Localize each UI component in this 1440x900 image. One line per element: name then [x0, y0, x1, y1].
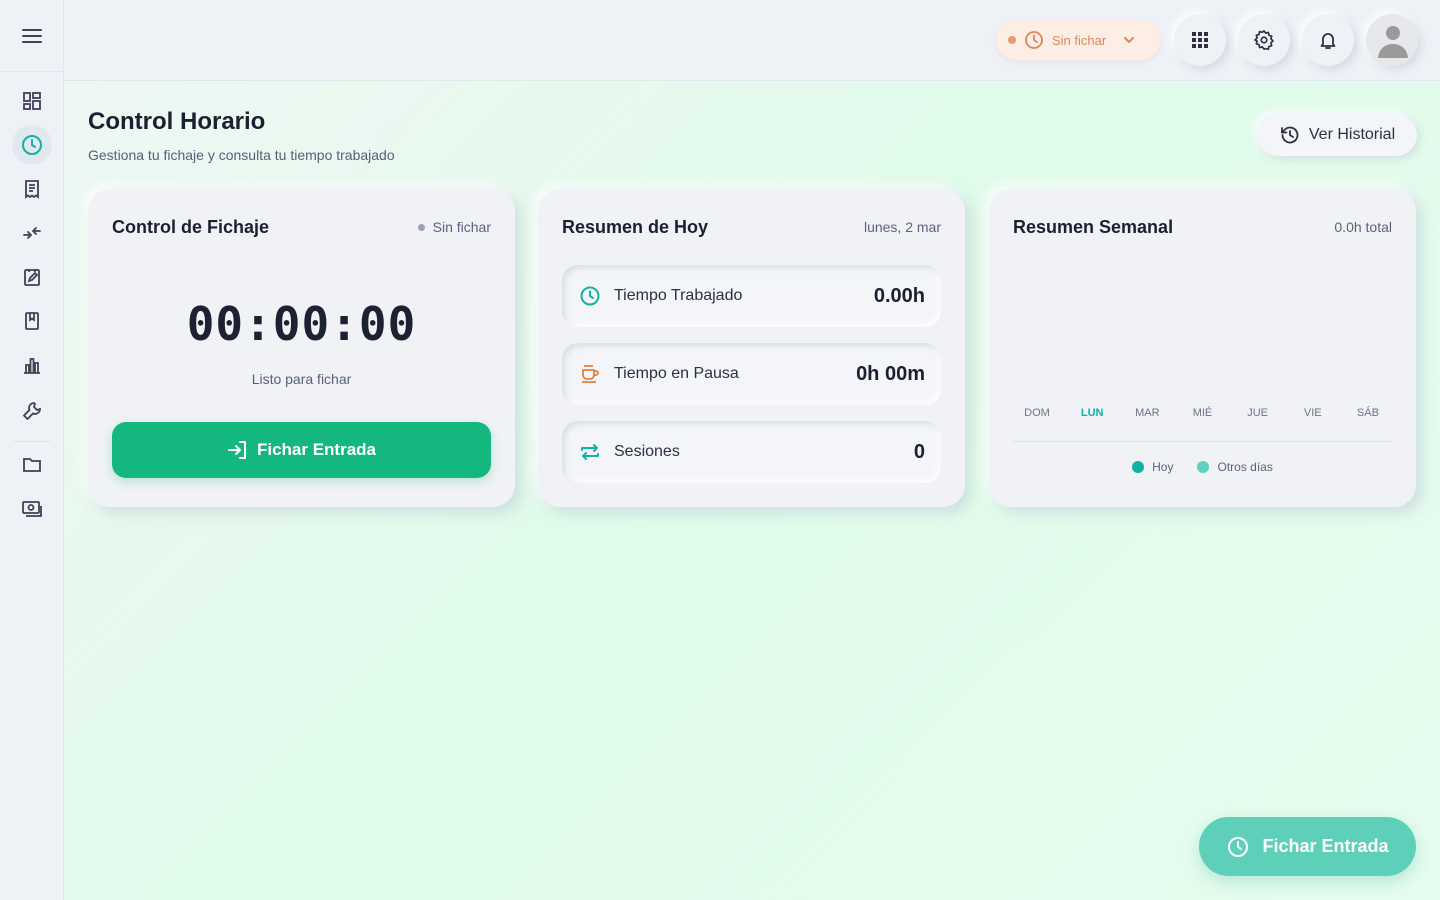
page-subtitle: Gestiona tu fichaje y consulta tu tiempo…	[88, 147, 395, 163]
wrench-icon	[22, 402, 41, 421]
weekly-summary-card: Resumen Semanal 0.0h total DOM LUN MAR M…	[989, 189, 1416, 507]
stat-sessions: Sesiones 0	[562, 421, 941, 483]
history-button-label: Ver Historial	[1308, 126, 1396, 143]
clock-status-dropdown[interactable]: Sin fichar	[996, 20, 1160, 60]
history-button[interactable]: Ver Historial	[1257, 114, 1417, 156]
stat-value: 0h 00m	[856, 362, 925, 385]
receipt-icon	[25, 180, 39, 199]
sidebar-item-documents[interactable]	[12, 169, 52, 209]
sidebar-item-reports[interactable]	[12, 345, 52, 385]
status-dot	[417, 223, 425, 231]
sidebar-item-transfers[interactable]	[12, 213, 52, 253]
bar-chart-icon	[24, 358, 40, 374]
coffee-icon	[582, 365, 599, 383]
today-card-date: lunes, 2 mar	[863, 219, 941, 235]
stat-value: 0.00h	[873, 284, 925, 307]
stat-label: Sesiones	[614, 443, 680, 460]
money-icon	[22, 501, 42, 517]
sidebar-item-time-control[interactable]	[12, 125, 52, 165]
week-day-label: JUE	[1247, 407, 1269, 419]
status-dot	[1008, 36, 1016, 44]
today-card-title: Resumen de Hoy	[562, 217, 709, 237]
clock-icon	[580, 286, 600, 306]
legend-label: Hoy	[1152, 460, 1174, 474]
clock-card-title: Control de Fichaje	[112, 217, 270, 237]
weekly-card-title: Resumen Semanal	[1013, 217, 1174, 237]
sidebar-item-dashboard[interactable]	[12, 81, 52, 121]
week-day-axis: DOM LUN MAR MIÉ JUE VIE SÁB	[1013, 407, 1392, 419]
chart-legend: Hoy Otros días	[989, 460, 1416, 474]
stat-label: Tiempo Trabajado	[614, 287, 743, 304]
sidebar-item-requests[interactable]	[12, 257, 52, 297]
repeat-icon	[581, 444, 599, 460]
hamburger-icon	[21, 28, 42, 43]
sidebar-item-handbook[interactable]	[12, 301, 52, 341]
clock-icon	[22, 135, 42, 155]
chevron-down-icon	[1124, 37, 1135, 44]
today-summary-card: Resumen de Hoy lunes, 2 mar Tiempo Traba…	[538, 189, 965, 507]
week-day-label: SÁB	[1356, 407, 1379, 419]
floating-clock-in-button[interactable]: Fichar Entrada	[1199, 817, 1416, 876]
notifications-button[interactable]	[1302, 14, 1354, 66]
status-label: Sin fichar	[1052, 32, 1107, 48]
stat-worked-time: Tiempo Trabajado 0.00h	[562, 265, 941, 327]
clock-icon	[1228, 836, 1249, 857]
week-day-label: VIE	[1303, 407, 1322, 419]
page-title: Control Horario	[88, 108, 266, 135]
dashboard-icon	[23, 92, 41, 110]
timer-display: 00:00:00	[186, 297, 417, 351]
legend-item-other-days: Otros días	[1197, 460, 1273, 474]
week-day-label: DOM	[1024, 407, 1050, 419]
week-day-label: MAR	[1135, 407, 1160, 419]
history-icon	[1280, 126, 1299, 144]
floating-button-label: Fichar Entrada	[1262, 836, 1389, 856]
legend-item-today: Hoy	[1132, 460, 1173, 474]
user-avatar[interactable]	[1366, 14, 1418, 66]
folder-icon	[23, 458, 41, 472]
clock-card-status-label: Sin fichar	[432, 219, 491, 235]
clock-card: Control de Fichaje Sin fichar 00:00:00 L…	[88, 189, 515, 507]
weekly-card-total: 0.0h total	[1334, 219, 1392, 235]
timer-label: Listo para fichar	[251, 371, 352, 387]
legend-label: Otros días	[1217, 460, 1273, 474]
book-icon	[25, 312, 39, 330]
legend-dot	[1197, 461, 1210, 473]
settings-button[interactable]	[1238, 14, 1290, 66]
stat-value: 0	[913, 440, 925, 463]
menu-button[interactable]	[0, 0, 63, 72]
sidebar-item-files[interactable]	[12, 445, 52, 485]
clock-icon	[1025, 31, 1043, 49]
week-day-label-today: LUN	[1080, 407, 1104, 419]
stat-label: Tiempo en Pausa	[614, 365, 739, 382]
sidebar-divider	[14, 441, 50, 442]
week-day-label: MIÉ	[1192, 407, 1213, 419]
sidebar	[0, 0, 64, 900]
login-icon	[227, 441, 246, 459]
bell-icon	[1320, 33, 1336, 49]
grid-icon	[1192, 32, 1208, 48]
sidebar-item-tools[interactable]	[12, 391, 52, 431]
sidebar-item-payroll[interactable]	[12, 489, 52, 529]
main-content: Control Horario Gestiona tu fichaje y co…	[64, 81, 1440, 900]
arrows-in-icon	[23, 227, 41, 239]
clock-in-button-label: Fichar Entrada	[256, 440, 377, 459]
user-avatar-icon	[1366, 14, 1418, 66]
week-baseline	[1013, 441, 1392, 442]
clock-in-button[interactable]: Fichar Entrada	[112, 422, 491, 478]
clock-card-status: Sin fichar	[417, 219, 491, 235]
gear-icon	[1254, 30, 1274, 51]
stat-pause-time: Tiempo en Pausa 0h 00m	[562, 343, 941, 405]
edit-note-icon	[24, 269, 40, 286]
topbar: Sin fichar	[64, 0, 1440, 81]
apps-button[interactable]	[1174, 14, 1226, 66]
legend-dot	[1132, 461, 1145, 473]
